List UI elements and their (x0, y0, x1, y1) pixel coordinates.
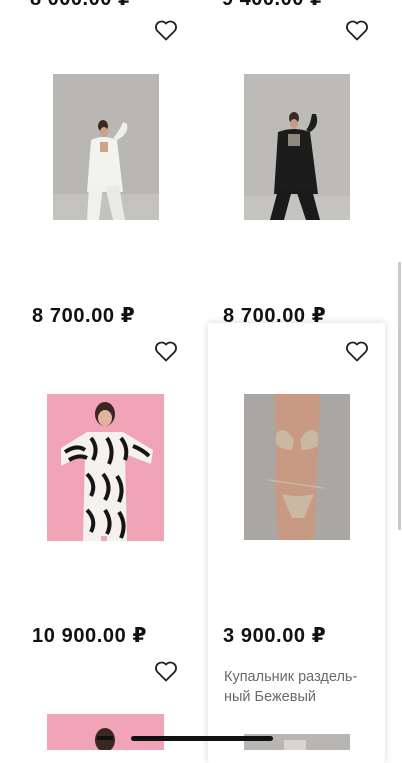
product-image-beige-swimsuit[interactable] (244, 394, 350, 540)
product-image-black-suit[interactable] (244, 74, 350, 220)
home-indicator[interactable] (131, 736, 273, 741)
product-price: 8 700.00 ₽ (32, 305, 136, 327)
heart-outline-icon[interactable] (345, 19, 369, 41)
product-price: 3 900.00 ₽ (223, 625, 327, 647)
heart-outline-icon[interactable] (154, 19, 178, 41)
product-price-cut-right: 9 400.00 ₽ (222, 0, 324, 11)
heart-outline-icon[interactable] (154, 340, 178, 362)
product-name[interactable]: Купальник раздель-ный Бежевый (224, 667, 374, 707)
heart-outline-icon[interactable] (154, 660, 178, 682)
product-image-pink-partial[interactable] (47, 714, 164, 750)
product-price: 10 900.00 ₽ (32, 625, 148, 647)
product-price-cut-left: 8 000.00 ₽ (30, 0, 132, 11)
product-image-zebra-set[interactable] (47, 394, 164, 541)
product-image-white-suit[interactable] (53, 74, 159, 220)
scrollbar[interactable] (398, 262, 401, 530)
product-price: 8 700.00 ₽ (223, 305, 327, 327)
heart-outline-icon[interactable] (345, 340, 369, 362)
